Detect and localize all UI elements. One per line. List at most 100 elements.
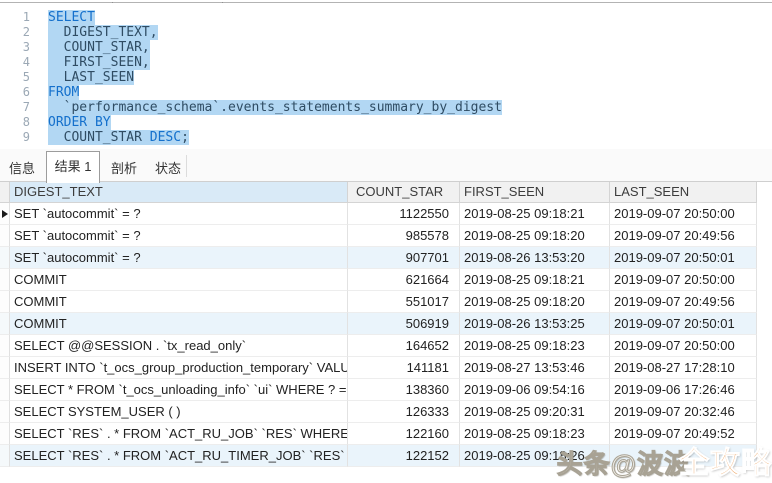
- table-cell[interactable]: 551017: [348, 291, 460, 313]
- tab-status[interactable]: 状态: [146, 157, 190, 181]
- table-cell[interactable]: 2019-08-25 09:18:20: [460, 291, 610, 313]
- table-row[interactable]: COMMIT6216642019-08-25 09:18:212019-09-0…: [0, 269, 757, 291]
- tab-info[interactable]: 信息: [0, 157, 44, 181]
- line-number: 6: [0, 85, 30, 100]
- code-line: FIRST_SEEN,: [48, 55, 502, 70]
- table-cell[interactable]: SELECT * FROM `t_ocs_unloading_info` `ui…: [10, 379, 348, 401]
- table-cell[interactable]: 2019-09-07 20:50:00: [610, 269, 757, 291]
- row-selector-gutter[interactable]: [0, 335, 10, 357]
- line-number: 3: [0, 40, 30, 55]
- row-selector-gutter[interactable]: [0, 445, 10, 467]
- table-cell[interactable]: 2019-09-06 09:54:16: [460, 379, 610, 401]
- table-cell[interactable]: 141181: [348, 357, 460, 379]
- table-cell[interactable]: 2019-08-25 09:18:21: [460, 269, 610, 291]
- column-header-count-star[interactable]: COUNT_STAR: [348, 182, 460, 203]
- code-line: ORDER BY: [48, 115, 502, 130]
- tab-result-1[interactable]: 结果 1: [46, 151, 100, 183]
- table-row[interactable]: INSERT INTO `t_ocs_group_production_temp…: [0, 357, 757, 379]
- table-cell[interactable]: SELECT @@SESSION . `tx_read_only`: [10, 335, 348, 357]
- table-cell[interactable]: 2019-09-07 20:49:56: [610, 225, 757, 247]
- row-selector-gutter[interactable]: [0, 203, 10, 225]
- result-grid: SET `autocommit` = ?11225502019-08-25 09…: [0, 203, 757, 467]
- line-number: 5: [0, 70, 30, 85]
- tab-label: 状态: [155, 161, 181, 176]
- table-cell[interactable]: COMMIT: [10, 313, 348, 335]
- table-row[interactable]: SELECT SYSTEM_USER ( )1263332019-08-25 0…: [0, 401, 757, 423]
- table-row[interactable]: SELECT * FROM `t_ocs_unloading_info` `ui…: [0, 379, 757, 401]
- table-cell[interactable]: 2019-08-26 13:53:25: [460, 313, 610, 335]
- table-cell[interactable]: 2019-08-27 17:28:10: [610, 357, 757, 379]
- table-cell[interactable]: 621664: [348, 269, 460, 291]
- selection-highlight: `performance_schema`.events_statements_s…: [48, 100, 502, 115]
- code-token: ORDER BY: [48, 115, 111, 130]
- column-header-last-seen[interactable]: LAST_SEEN: [610, 182, 757, 203]
- result-tab-bar: 信息 结果 1 剖析 状态: [0, 149, 772, 182]
- line-number: 4: [0, 55, 30, 70]
- table-cell[interactable]: SELECT `RES` . * FROM `ACT_RU_TIMER_JOB`…: [10, 445, 348, 467]
- table-cell[interactable]: 907701: [348, 247, 460, 269]
- table-cell[interactable]: 2019-09-07 20:32:46: [610, 401, 757, 423]
- table-cell[interactable]: 122152: [348, 445, 460, 467]
- table-cell[interactable]: 122160: [348, 423, 460, 445]
- table-cell[interactable]: SELECT SYSTEM_USER ( ): [10, 401, 348, 423]
- row-selector-gutter[interactable]: [0, 401, 10, 423]
- table-cell[interactable]: 506919: [348, 313, 460, 335]
- table-row[interactable]: SET `autocommit` = ?9855782019-08-25 09:…: [0, 225, 757, 247]
- table-cell[interactable]: 138360: [348, 379, 460, 401]
- table-cell[interactable]: 2019-09-07 20:50:00: [610, 335, 757, 357]
- table-cell[interactable]: 2019-08-25 09:18:20: [460, 225, 610, 247]
- table-cell[interactable]: SET `autocommit` = ?: [10, 225, 348, 247]
- table-row[interactable]: SET `autocommit` = ?11225502019-08-25 09…: [0, 203, 757, 225]
- table-cell[interactable]: 2019-08-27 13:53:46: [460, 357, 610, 379]
- row-selector-gutter[interactable]: [0, 313, 10, 335]
- editor-code-area[interactable]: SELECT DIGEST_TEXT, COUNT_STAR, FIRST_SE…: [48, 10, 502, 145]
- tab-label: 结果 1: [55, 159, 92, 174]
- row-selector-gutter[interactable]: [0, 423, 10, 445]
- selection-highlight: LAST_SEEN: [48, 70, 134, 85]
- row-selector-gutter[interactable]: [0, 247, 10, 269]
- table-cell[interactable]: 2019-09-07 20:50:01: [610, 247, 757, 269]
- row-selector-gutter[interactable]: [0, 357, 10, 379]
- table-row[interactable]: COMMIT5069192019-08-26 13:53:252019-09-0…: [0, 313, 757, 335]
- code-token: DESC: [150, 130, 181, 145]
- table-cell[interactable]: 2019-09-07 20:50:00: [610, 203, 757, 225]
- table-cell[interactable]: 2019-09-06 17:26:46: [610, 379, 757, 401]
- watermark-orange-text: 全攻略: [679, 447, 772, 480]
- grid-header-gutter: [0, 182, 10, 203]
- table-cell[interactable]: 2019-08-25 09:18:23: [460, 335, 610, 357]
- selection-highlight: SELECT: [48, 10, 95, 25]
- column-header-digest-text[interactable]: DIGEST_TEXT: [10, 182, 348, 203]
- sql-editor[interactable]: 123456789 SELECT DIGEST_TEXT, COUNT_STAR…: [0, 3, 772, 149]
- table-cell[interactable]: SET `autocommit` = ?: [10, 247, 348, 269]
- row-selector-gutter[interactable]: [0, 225, 10, 247]
- tab-label: 剖析: [111, 161, 137, 176]
- table-cell[interactable]: SET `autocommit` = ?: [10, 203, 348, 225]
- table-cell[interactable]: 2019-08-26 13:53:20: [460, 247, 610, 269]
- table-cell[interactable]: SELECT `RES` . * FROM `ACT_RU_JOB` `RES`…: [10, 423, 348, 445]
- table-cell[interactable]: 2019-08-25 09:18:21: [460, 203, 610, 225]
- current-row-arrow-icon: [2, 210, 8, 218]
- table-cell[interactable]: 126333: [348, 401, 460, 423]
- sql-tool-window: 123456789 SELECT DIGEST_TEXT, COUNT_STAR…: [0, 0, 772, 483]
- table-cell[interactable]: 2019-09-07 20:49:56: [610, 291, 757, 313]
- tab-profile[interactable]: 剖析: [102, 157, 146, 181]
- code-token: ;: [181, 130, 189, 145]
- row-selector-gutter[interactable]: [0, 291, 10, 313]
- table-cell[interactable]: 985578: [348, 225, 460, 247]
- table-cell[interactable]: 1122550: [348, 203, 460, 225]
- table-row[interactable]: SET `autocommit` = ?9077012019-08-26 13:…: [0, 247, 757, 269]
- table-cell[interactable]: 2019-09-07 20:50:01: [610, 313, 757, 335]
- table-cell[interactable]: INSERT INTO `t_ocs_group_production_temp…: [10, 357, 348, 379]
- code-token: LAST_SEEN: [48, 70, 134, 85]
- table-cell[interactable]: COMMIT: [10, 291, 348, 313]
- table-row[interactable]: SELECT @@SESSION . `tx_read_only`1646522…: [0, 335, 757, 357]
- table-cell[interactable]: COMMIT: [10, 269, 348, 291]
- table-cell[interactable]: 164652: [348, 335, 460, 357]
- column-header-first-seen[interactable]: FIRST_SEEN: [460, 182, 610, 203]
- code-token: COUNT_STAR,: [48, 40, 150, 55]
- row-selector-gutter[interactable]: [0, 269, 10, 291]
- table-cell[interactable]: 2019-08-25 09:20:31: [460, 401, 610, 423]
- selection-highlight: COUNT_STAR,: [48, 40, 150, 55]
- table-row[interactable]: COMMIT5510172019-08-25 09:18:202019-09-0…: [0, 291, 757, 313]
- row-selector-gutter[interactable]: [0, 379, 10, 401]
